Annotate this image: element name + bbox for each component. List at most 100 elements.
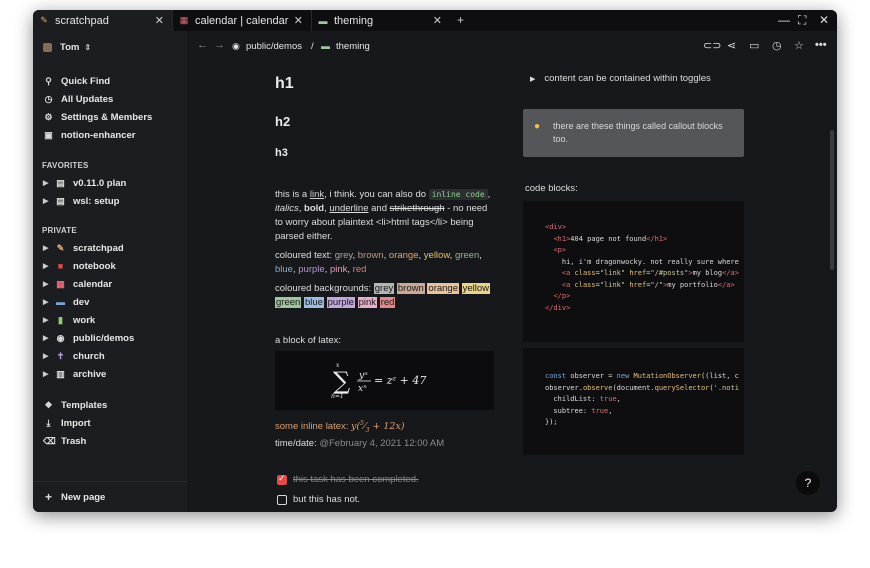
check-icon: ✓ bbox=[278, 473, 286, 483]
forward-arrow-icon[interactable]: → bbox=[214, 39, 225, 51]
sidebar-item-templates[interactable]: ❖ Templates bbox=[43, 396, 107, 414]
back-arrow-icon[interactable]: ← bbox=[197, 39, 208, 51]
coloured-word-orange: orange bbox=[388, 250, 419, 261]
maximize-icon[interactable]: ⛶ bbox=[798, 13, 806, 28]
inline-code: inline code bbox=[428, 189, 488, 200]
help-button[interactable]: ? bbox=[796, 471, 820, 495]
private-heading: PRIVATE bbox=[42, 226, 77, 235]
caret-right-icon[interactable]: ▶ bbox=[43, 316, 49, 324]
eye-icon: ◉ bbox=[56, 332, 65, 343]
coloured-word-yellow: yellow bbox=[423, 250, 450, 261]
sidebar-item-settings[interactable]: ⚙ Settings & Members bbox=[43, 108, 152, 126]
svg-text:yⁿ: yⁿ bbox=[358, 371, 368, 381]
sidebar-item-notebook[interactable]: ▶ ■ notebook bbox=[43, 257, 116, 275]
italic-text: italics bbox=[275, 203, 299, 214]
star-icon[interactable]: ☆ bbox=[794, 39, 804, 52]
sidebar-item-all-updates[interactable]: ◷ All Updates bbox=[43, 90, 114, 108]
coloured-word-red: red bbox=[352, 264, 367, 275]
sidebar-item-label: notebook bbox=[73, 260, 116, 272]
sidebar-item-quick-find[interactable]: ⚲ Quick Find bbox=[43, 72, 110, 90]
latex-block[interactable]: ∑ x n=1 yⁿ xⁿ = zᶻ + 47 bbox=[275, 351, 494, 410]
tab-label: theming bbox=[334, 14, 374, 27]
caret-right-icon[interactable]: ▶ bbox=[43, 334, 49, 342]
code-blocks-label: code blocks: bbox=[525, 183, 578, 194]
link-icon[interactable]: ⊂⊃ bbox=[703, 39, 721, 52]
top-bar: ← → ◉ public/demos / ▬ theming ⊂⊃ ⋖ ▭ ◷ … bbox=[187, 31, 837, 61]
sidebar-item-label: calendar bbox=[73, 278, 113, 290]
bold-text: bold bbox=[304, 203, 325, 214]
caret-right-icon[interactable]: ▶ bbox=[43, 352, 49, 360]
caret-right-icon[interactable]: ▶ bbox=[43, 280, 49, 288]
laptop-icon: ▬ bbox=[56, 297, 65, 307]
tab-theming[interactable]: ▬ theming ✕ bbox=[311, 10, 450, 31]
avatar bbox=[43, 42, 52, 52]
sidebar-item-work[interactable]: ▶ ▮ work bbox=[43, 311, 95, 329]
minimize-icon[interactable]: — bbox=[778, 13, 790, 27]
sidebar-item-church[interactable]: ▶ ✝ church bbox=[43, 347, 105, 365]
svg-text:xⁿ: xⁿ bbox=[358, 384, 367, 394]
close-icon[interactable]: ✕ bbox=[433, 14, 442, 27]
text-span: this is a bbox=[275, 189, 310, 200]
breadcrumb-current[interactable]: theming bbox=[336, 41, 370, 52]
sidebar-item-archive[interactable]: ▶ ▥ archive bbox=[43, 365, 106, 383]
sidebar-item-scratchpad[interactable]: ▶ ✎ scratchpad bbox=[43, 239, 124, 257]
window-close-icon[interactable]: ✕ bbox=[819, 13, 829, 27]
coloured-bg-purple: purple bbox=[326, 297, 355, 308]
comment-icon[interactable]: ▭ bbox=[749, 39, 759, 52]
close-icon[interactable]: ✕ bbox=[294, 14, 303, 27]
caret-right-icon[interactable]: ▶ bbox=[530, 76, 535, 83]
caret-right-icon[interactable]: ▶ bbox=[43, 244, 49, 252]
caret-right-icon[interactable]: ▶ bbox=[43, 370, 49, 378]
coloured-bg-label: coloured backgrounds: bbox=[275, 283, 372, 294]
sidebar-item-v0110-plan[interactable]: ▶ ▤ v0.11.0 plan bbox=[43, 174, 126, 192]
close-icon[interactable]: ✕ bbox=[155, 14, 164, 27]
code-block-js[interactable]: const observer = new MutationObserver((l… bbox=[523, 348, 744, 455]
sidebar-item-trash[interactable]: ⌫ Trash bbox=[43, 432, 86, 450]
svg-text:∑: ∑ bbox=[333, 367, 350, 395]
heading-1: h1 bbox=[275, 75, 294, 92]
share-icon[interactable]: ⋖ bbox=[727, 39, 736, 52]
toggle-block[interactable]: ▶ content can be contained within toggles bbox=[530, 72, 711, 87]
coloured-word-purple: purple bbox=[298, 264, 325, 275]
inline-link[interactable]: link bbox=[310, 189, 324, 200]
new-page-row[interactable]: + New page bbox=[43, 488, 105, 506]
inline-latex-line: some inline latex: y(5⁄3 + 12x) bbox=[275, 417, 405, 438]
date-mention[interactable]: @February 4, 2021 12:00 AM bbox=[319, 438, 444, 449]
sidebar-item-import[interactable]: ⤓ Import bbox=[43, 414, 91, 432]
checkbox-unchecked[interactable] bbox=[277, 495, 287, 505]
pencil-icon: ✎ bbox=[56, 242, 65, 253]
sidebar-item-label: public/demos bbox=[73, 332, 135, 344]
new-tab-icon[interactable]: + bbox=[457, 13, 464, 27]
code-block-html[interactable]: <div> <h1>404 page not found</h1> <p> hi… bbox=[523, 201, 744, 342]
history-icon[interactable]: ◷ bbox=[772, 39, 782, 52]
page-icon: ▤ bbox=[56, 195, 65, 206]
tab-bar: ✎ scratchpad ✕ ▦ calendar | calendar ✕ ▬… bbox=[33, 10, 837, 31]
sidebar-item-notion-enhancer[interactable]: ▣ notion-enhancer bbox=[43, 126, 135, 144]
caret-right-icon[interactable]: ▶ bbox=[43, 262, 49, 270]
lightbulb-icon: ● bbox=[534, 121, 541, 132]
sidebar-item-wsl-setup[interactable]: ▶ ▤ wsl: setup bbox=[43, 192, 119, 210]
caret-right-icon[interactable]: ▶ bbox=[43, 298, 49, 306]
sidebar-item-dev[interactable]: ▶ ▬ dev bbox=[43, 293, 89, 311]
sidebar: Tom ⇕ ⚲ Quick Find ◷ All Updates ⚙ Setti… bbox=[33, 31, 187, 512]
sidebar-item-calendar[interactable]: ▶ ▦ calendar bbox=[43, 275, 112, 293]
tab-scratchpad[interactable]: ✎ scratchpad ✕ bbox=[33, 10, 172, 31]
more-icon[interactable]: ••• bbox=[815, 39, 827, 51]
coloured-bg-yellow: yellow bbox=[461, 283, 491, 294]
sidebar-item-label: scratchpad bbox=[73, 242, 124, 254]
tab-calendar[interactable]: ▦ calendar | calendar ✕ bbox=[172, 10, 311, 31]
caret-right-icon[interactable]: ▶ bbox=[43, 179, 49, 187]
scrollbar[interactable] bbox=[830, 130, 834, 270]
breadcrumb-parent[interactable]: public/demos bbox=[246, 41, 302, 52]
trash-icon: ⌫ bbox=[43, 435, 56, 446]
caret-right-icon[interactable]: ▶ bbox=[43, 197, 49, 205]
new-page-button[interactable]: + New page bbox=[33, 481, 187, 512]
sidebar-item-label: Settings & Members bbox=[61, 111, 153, 123]
import-icon: ⤓ bbox=[46, 417, 51, 428]
sidebar-item-public-demos[interactable]: ▶ ◉ public/demos bbox=[43, 329, 134, 347]
coloured-bg-red: red bbox=[379, 297, 396, 308]
callout-block: ● there are these things called callout … bbox=[523, 109, 744, 157]
workspace-switcher[interactable]: Tom ⇕ bbox=[43, 38, 91, 56]
coloured-bg-pink: pink bbox=[357, 297, 378, 308]
checkbox-checked[interactable]: ✓ bbox=[277, 473, 287, 485]
